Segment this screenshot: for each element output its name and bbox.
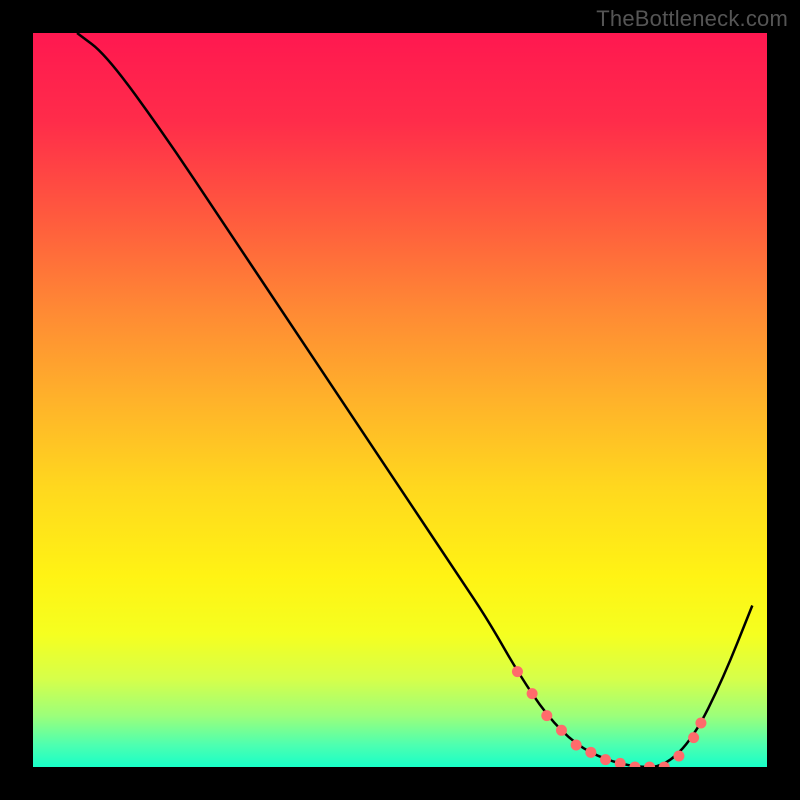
highlight-dot <box>644 762 655 773</box>
highlight-dot <box>615 758 626 769</box>
highlight-dot <box>541 710 552 721</box>
highlight-dot <box>600 754 611 765</box>
highlight-dot <box>695 717 706 728</box>
highlight-dot <box>512 666 523 677</box>
highlight-dot <box>659 762 670 773</box>
chart-frame: TheBottleneck.com <box>0 0 800 800</box>
highlight-dot <box>571 739 582 750</box>
bottleneck-chart <box>0 0 800 800</box>
highlight-dot <box>688 732 699 743</box>
plot-background <box>33 33 767 767</box>
highlight-dot <box>585 747 596 758</box>
highlight-dot <box>629 762 640 773</box>
highlight-dot <box>527 688 538 699</box>
watermark-text: TheBottleneck.com <box>596 6 788 32</box>
highlight-dot <box>556 725 567 736</box>
highlight-dot <box>673 750 684 761</box>
